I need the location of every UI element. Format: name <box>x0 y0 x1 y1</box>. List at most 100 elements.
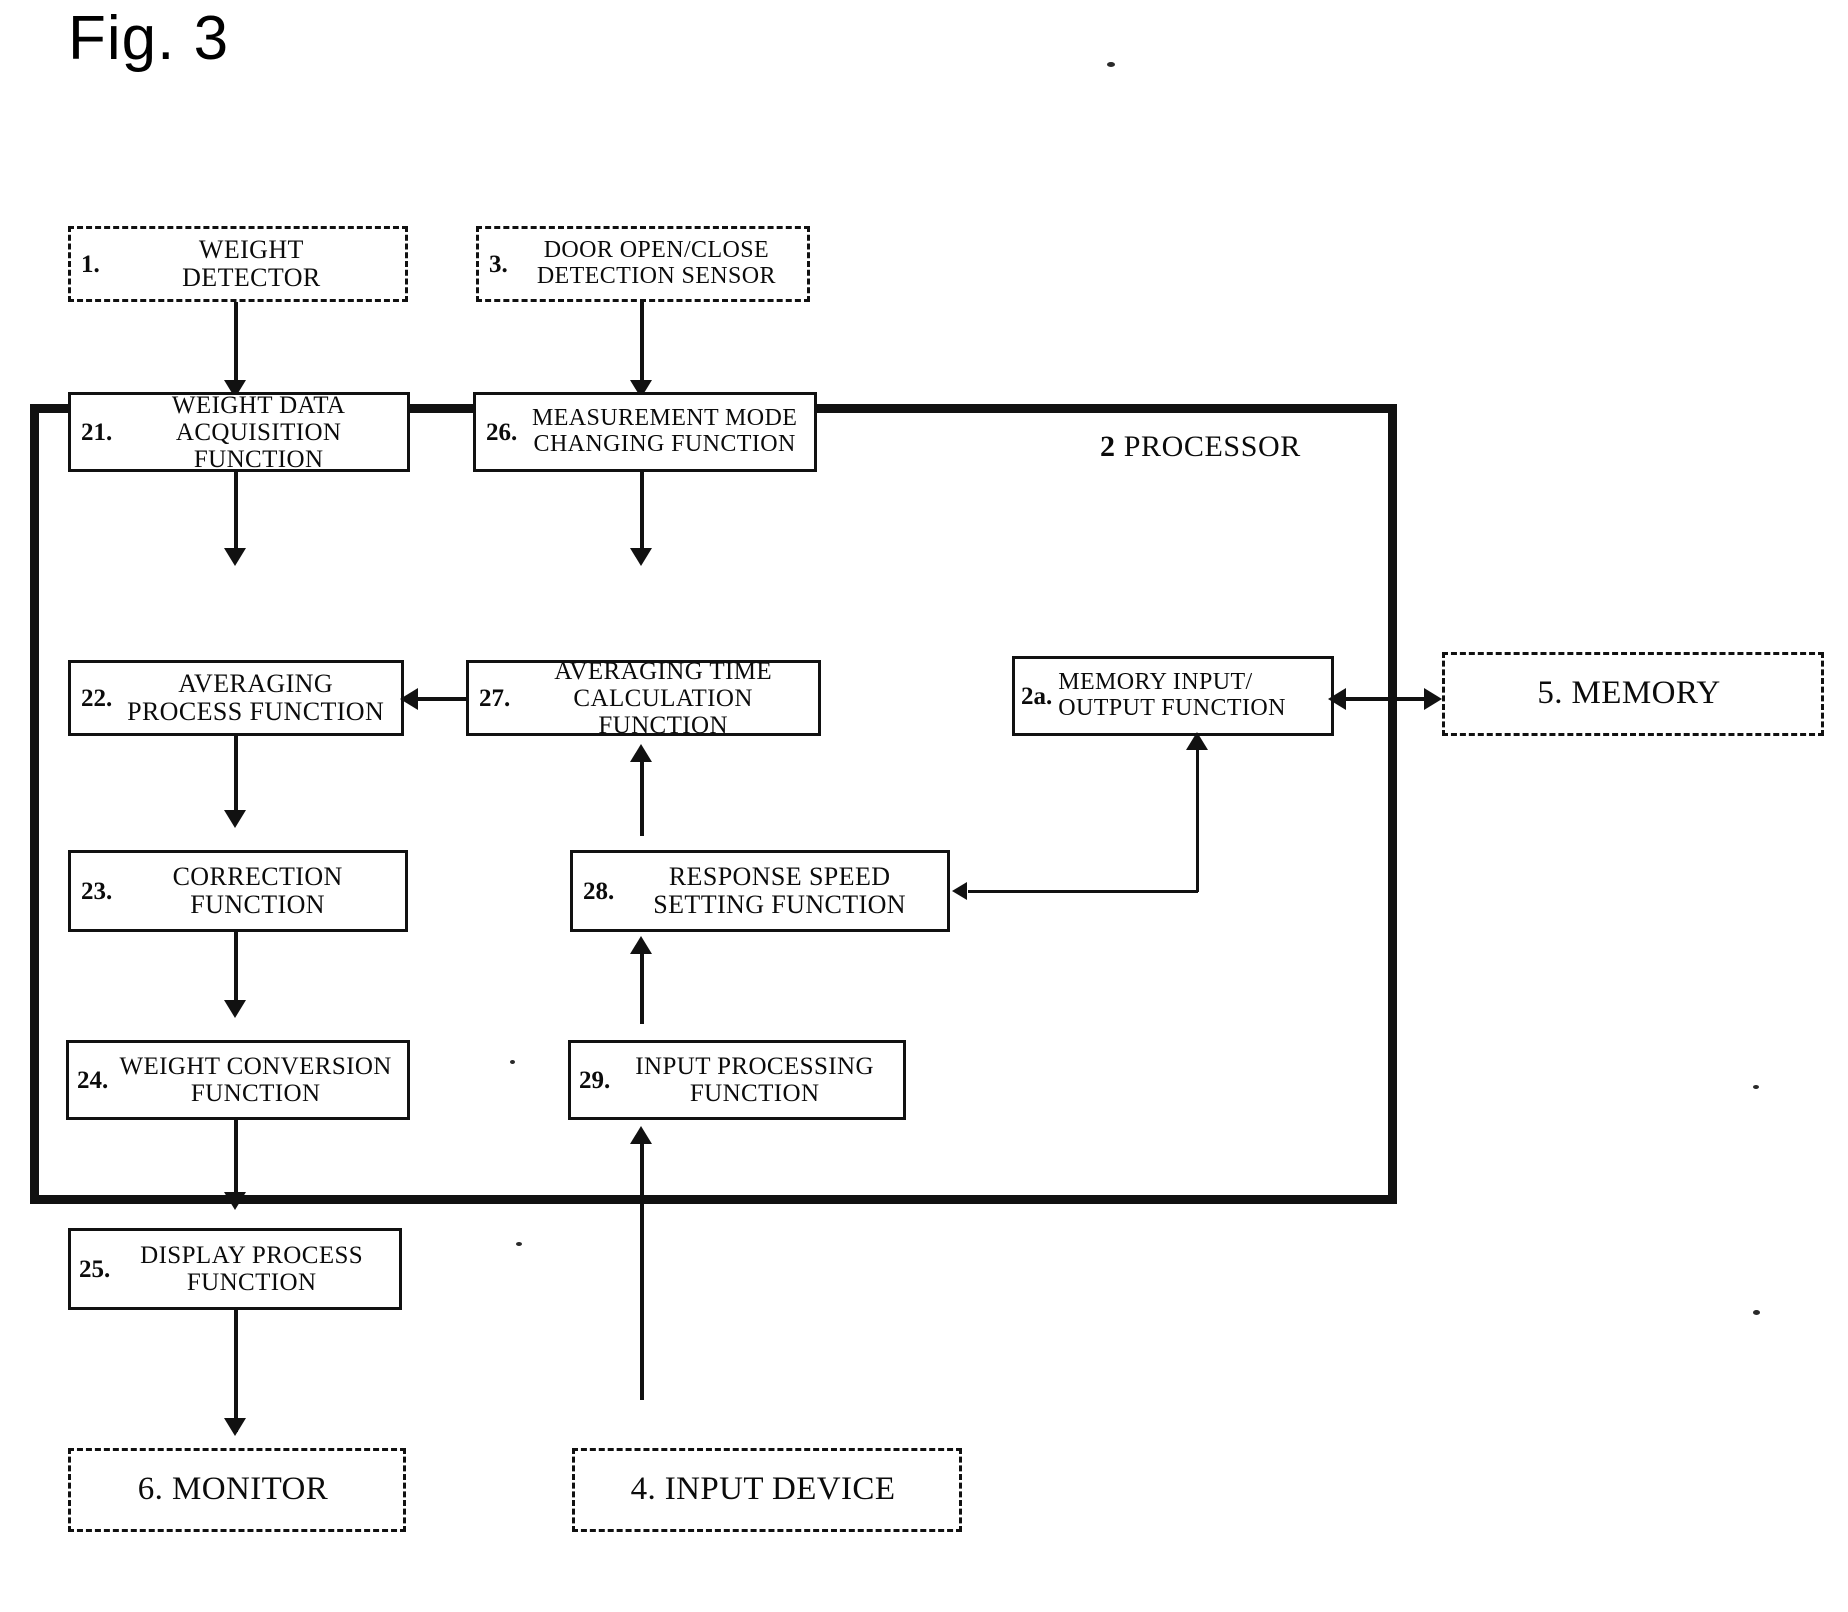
block-door-sensor[interactable]: 3. DOOR OPEN/CLOSE DETECTION SENSOR <box>476 226 810 302</box>
processor-number: 2 <box>1100 430 1116 463</box>
arrowhead-down <box>224 548 246 566</box>
figure-title: Fig. 3 <box>68 4 230 73</box>
block-response-speed-setting[interactable]: 28. RESPONSE SPEED SETTING FUNCTION <box>570 850 950 932</box>
block-label-line1: INPUT DEVICE <box>664 1471 896 1508</box>
connector-weight-detector-to-21 <box>234 302 238 384</box>
connector-23-to-24 <box>234 932 238 1004</box>
arrowhead-down <box>224 1000 246 1018</box>
block-weight-data-acquisition[interactable]: 21. WEIGHT DATA ACQUISITION FUNCTION <box>68 392 410 473</box>
block-label-line1: DISPLAY PROCESS <box>140 1242 364 1269</box>
arrowhead-down <box>224 810 246 828</box>
block-label: MEASUREMENT MODE CHANGING FUNCTION <box>523 405 814 458</box>
block-memory-io[interactable]: 2a. MEMORY INPUT/ OUTPUT FUNCTION <box>1012 656 1334 736</box>
arrowhead-left <box>952 882 967 900</box>
connector-door-sensor-to-26 <box>640 302 644 384</box>
block-input-processing[interactable]: 29. INPUT PROCESSING FUNCTION <box>568 1040 906 1120</box>
block-number: 6. <box>137 1471 164 1508</box>
block-number: 5. <box>1537 675 1563 712</box>
connector-21-to-22 <box>234 472 238 552</box>
block-label-line1: MEMORY INPUT/ <box>1058 669 1253 696</box>
block-input-device[interactable]: 4. INPUT DEVICE <box>572 1448 962 1532</box>
connector-memory-io-to-28-horizontal <box>968 890 1198 893</box>
connector-25-to-monitor <box>234 1310 238 1432</box>
block-number: 2a. <box>1021 682 1053 710</box>
block-display-process[interactable]: 25. DISPLAY PROCESS FUNCTION <box>68 1228 402 1310</box>
scan-speckle <box>510 1060 515 1064</box>
figure-canvas: Fig. 3 2 PROCESSOR 1. WEIGHT DETECTOR 3.… <box>0 0 1848 1612</box>
block-number: 1. <box>81 250 100 278</box>
block-label-line1: WEIGHT <box>198 234 304 264</box>
connector-28-to-27 <box>640 760 644 836</box>
block-number: 4. <box>630 1471 657 1508</box>
block-measurement-mode-changing[interactable]: 26. MEASUREMENT MODE CHANGING FUNCTION <box>473 392 817 472</box>
block-label-line1: INPUT PROCESSING <box>635 1053 874 1080</box>
block-label-line1: WEIGHT CONVERSION <box>119 1053 392 1080</box>
connector-29-to-28 <box>640 950 644 1024</box>
processor-label: 2 PROCESSOR <box>1100 430 1301 464</box>
block-averaging-time-calculation[interactable]: 27. AVERAGING TIME CALCULATION FUNCTION <box>466 658 821 739</box>
block-label-line2: CALCULATION FUNCTION <box>573 684 753 739</box>
arrowhead-up <box>630 1126 652 1144</box>
block-label-line1: DOOR OPEN/CLOSE <box>543 237 770 264</box>
block-label: 5. MEMORY <box>1445 675 1821 712</box>
connector-27-to-22 <box>416 697 468 701</box>
connector-memory-io-to-memory <box>1336 697 1436 701</box>
block-number: 27. <box>479 684 511 712</box>
arrowhead-down <box>224 1192 246 1210</box>
block-label: 6. MONITOR <box>71 1471 403 1508</box>
arrowhead-up <box>630 744 652 762</box>
block-label-line2: FUNCTION <box>186 1269 317 1296</box>
block-weight-detector[interactable]: 1. WEIGHT DETECTOR <box>68 226 408 302</box>
scan-speckle <box>516 1242 522 1246</box>
scan-speckle <box>1107 62 1115 67</box>
arrowhead-right <box>1424 688 1442 710</box>
block-label-line1: CORRECTION <box>172 861 343 891</box>
block-label: DISPLAY PROCESS FUNCTION <box>112 1242 399 1296</box>
block-averaging-process[interactable]: 22. AVERAGING PROCESS FUNCTION <box>68 660 404 736</box>
block-correction[interactable]: 23. CORRECTION FUNCTION <box>68 850 408 932</box>
block-label: INPUT PROCESSING FUNCTION <box>614 1053 903 1107</box>
block-label-line2: SETTING FUNCTION <box>653 890 906 919</box>
block-label-line2: PROCESS FUNCTION <box>127 697 385 726</box>
arrowhead-left <box>400 688 418 710</box>
block-memory[interactable]: 5. MEMORY <box>1442 652 1824 736</box>
block-label-line1: AVERAGING <box>178 668 334 698</box>
block-label-line2: CHANGING FUNCTION <box>533 431 796 457</box>
block-weight-conversion[interactable]: 24. WEIGHT CONVERSION FUNCTION <box>66 1040 410 1120</box>
block-label: MEMORY INPUT/ OUTPUT FUNCTION <box>1058 669 1331 722</box>
arrowhead-down <box>224 1418 246 1436</box>
block-label-line2: FUNCTION <box>190 890 325 919</box>
block-number: 26. <box>486 418 518 446</box>
block-number: 25. <box>79 1255 111 1283</box>
block-label: WEIGHT DATA ACQUISITION FUNCTION <box>118 392 407 473</box>
block-number: 24. <box>77 1066 109 1094</box>
block-number: 28. <box>583 877 615 905</box>
arrowhead-up <box>630 936 652 954</box>
block-label: 4. INPUT DEVICE <box>575 1471 959 1508</box>
block-monitor[interactable]: 6. MONITOR <box>68 1448 406 1532</box>
connector-24-to-25 <box>234 1120 238 1196</box>
block-number: 29. <box>579 1066 611 1094</box>
block-label-line2: OUTPUT FUNCTION <box>1058 695 1286 721</box>
block-label: DOOR OPEN/CLOSE DETECTION SENSOR <box>514 237 807 290</box>
block-label: WEIGHT DETECTOR <box>106 234 405 292</box>
block-label: AVERAGING TIME CALCULATION FUNCTION <box>516 658 818 739</box>
block-number: 23. <box>81 877 113 905</box>
block-label-line2: FUNCTION <box>689 1080 820 1107</box>
block-label-line1: RESPONSE SPEED <box>668 861 891 891</box>
block-label-line1: WEIGHT DATA <box>171 391 346 419</box>
block-number: 21. <box>81 418 113 446</box>
block-label-line2: ACQUISITION FUNCTION <box>175 418 342 473</box>
block-label: RESPONSE SPEED SETTING FUNCTION <box>620 861 947 919</box>
block-label: CORRECTION FUNCTION <box>118 861 405 919</box>
connector-memory-io-to-28-vertical <box>1196 736 1199 892</box>
block-label-line1: AVERAGING TIME <box>554 657 773 685</box>
block-number: 22. <box>81 684 113 712</box>
scan-speckle <box>1753 1310 1760 1315</box>
block-label-line1: MEASUREMENT MODE <box>531 405 798 432</box>
processor-name: PROCESSOR <box>1123 430 1301 463</box>
block-label-line2: FUNCTION <box>190 1080 321 1107</box>
arrowhead-down <box>630 548 652 566</box>
block-label-line2: DETECTOR <box>182 263 321 292</box>
block-label: AVERAGING PROCESS FUNCTION <box>118 668 401 726</box>
